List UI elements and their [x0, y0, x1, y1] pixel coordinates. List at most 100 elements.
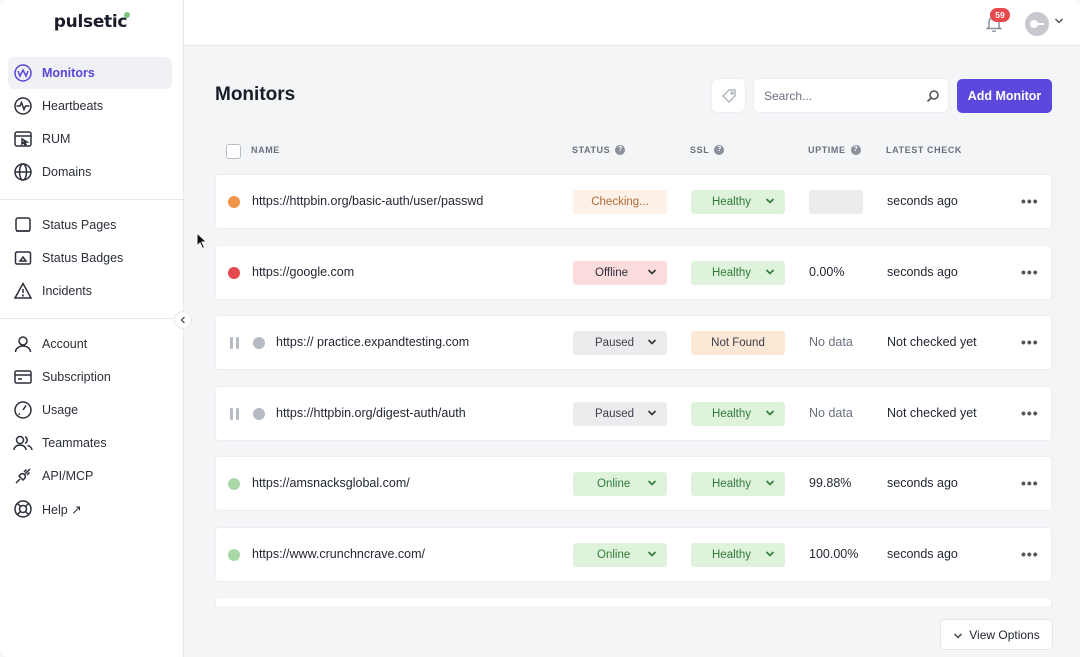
more-actions-icon[interactable]: ••• [1021, 334, 1039, 350]
sidebar-item-help[interactable]: Help ↗ [8, 493, 172, 525]
sidebar-item-label: Incidents [42, 284, 93, 298]
sidebar-item-usage[interactable]: Usage [8, 394, 172, 426]
column-ssl[interactable]: SSL? [690, 145, 725, 155]
status-dot [253, 337, 265, 349]
sidebar-item-label: Status Pages [42, 218, 117, 232]
sidebar-item-teammates[interactable]: Teammates [8, 427, 172, 459]
more-actions-icon[interactable]: ••• [1021, 193, 1039, 209]
status-dropdown[interactable]: Paused [573, 331, 667, 355]
brand-dot [124, 12, 131, 18]
view-options-button[interactable]: View Options [940, 619, 1053, 650]
sidebar-item-monitors[interactable]: Monitors [8, 57, 172, 89]
page-title: Monitors [215, 84, 296, 105]
uptime-value: No data [809, 405, 853, 420]
status-dot [228, 266, 240, 279]
table-row[interactable]: https://www.crunchncrave.com/Online Healt… [215, 526, 1052, 582]
more-actions-icon[interactable]: ••• [1021, 405, 1039, 421]
chevron-down-icon[interactable] [1054, 16, 1064, 29]
table-row[interactable]: https://google.com Offline Healthy 0.00% sec… [215, 244, 1052, 300]
chevron-down-icon [647, 337, 657, 347]
chevron-down-icon [647, 549, 657, 559]
status-dropdown[interactable]: Online [573, 542, 667, 567]
status-dot [228, 196, 240, 208]
sidebar-item-heartbeats[interactable]: Heartbeats [8, 90, 172, 122]
chevron-down-icon [953, 630, 963, 640]
avatar[interactable] [1025, 12, 1049, 36]
status-label: Paused [595, 407, 635, 420]
status-label: Checking... [591, 196, 649, 208]
chevron-down-icon [647, 408, 657, 418]
sidebar-item-account[interactable]: Account [8, 328, 172, 360]
pause-icon[interactable] [230, 407, 240, 420]
status-dropdown[interactable]: Paused [573, 401, 667, 426]
column-status[interactable]: STATUS? [572, 145, 626, 155]
sidebar-item-status-pages[interactable]: Status Pages [8, 209, 172, 241]
latest-check: seconds ago [887, 546, 958, 561]
ssl-label: Healthy [712, 478, 751, 490]
collapse-sidebar-button[interactable] [174, 311, 192, 329]
sidebar-item-status-badges[interactable]: Status Badges [8, 242, 172, 274]
latest-check: Not checked yet [887, 335, 977, 349]
sidebar-item-label: Subscription [42, 370, 111, 384]
status-dropdown[interactable]: Online [573, 472, 667, 496]
sidebar-item-label: Teammates [42, 436, 107, 450]
card-icon [13, 367, 33, 387]
table-row[interactable]: https://httpbin.org/basic-auth/user/pass… [215, 174, 1052, 229]
add-monitor-button[interactable]: Add Monitor [957, 79, 1052, 113]
ssl-dropdown[interactable]: Healthy [691, 472, 785, 496]
help-icon[interactable]: ? [615, 145, 626, 155]
monitor-wave-icon [13, 63, 33, 83]
more-actions-icon[interactable]: ••• [1021, 546, 1039, 562]
plug-icon [13, 466, 33, 486]
search-box [753, 78, 949, 113]
chevron-left-icon [180, 316, 185, 324]
status-dot [228, 478, 240, 490]
brand-logo[interactable]: pulsetic [0, 12, 184, 32]
ssl-dropdown[interactable]: Healthy [691, 190, 785, 214]
heartbeat-icon [13, 96, 33, 116]
globe-icon [13, 162, 33, 182]
monitor-url[interactable]: https://httpbin.org/digest-auth/auth [276, 406, 466, 420]
select-all-checkbox[interactable] [226, 144, 241, 159]
search-input[interactable] [764, 87, 914, 105]
table-row[interactable]: https:// practice.expandtesting.com Pause… [215, 315, 1052, 370]
sidebar-divider [0, 318, 184, 319]
column-name[interactable]: NAME [251, 145, 280, 155]
ssl-dropdown[interactable]: Healthy [691, 401, 785, 426]
table-row[interactable]: https://amsnacksglobal.com/Online Healthy… [215, 456, 1052, 511]
monitor-url[interactable]: https://httpbin.org/basic-auth/user/pass… [252, 194, 483, 208]
monitor-url[interactable]: https://www.crunchncrave.com/ [252, 547, 425, 561]
ssl-label: Healthy [712, 548, 751, 561]
monitor-url[interactable]: https:// practice.expandtesting.com [276, 335, 469, 349]
pause-icon[interactable] [230, 337, 240, 349]
tag-filter-button[interactable] [711, 78, 746, 113]
sidebar-item-api-mcp[interactable]: API/MCP [8, 460, 172, 492]
sidebar-item-incidents[interactable]: Incidents [8, 275, 172, 307]
status-dropdown[interactable]: Checking... [573, 190, 667, 214]
monitor-url[interactable]: https://amsnacksglobal.com/ [252, 476, 410, 490]
help-icon[interactable]: ? [714, 145, 725, 155]
mouse-cursor-icon [196, 232, 208, 250]
search-icon[interactable] [926, 89, 940, 103]
sidebar-item-subscription[interactable]: Subscription [8, 361, 172, 393]
more-actions-icon[interactable]: ••• [1021, 475, 1039, 491]
column-uptime[interactable]: UPTIME? [808, 145, 861, 155]
column-latest-check[interactable]: LATEST CHECK [886, 145, 962, 155]
sidebar-divider [0, 199, 184, 200]
help-icon[interactable]: ? [850, 145, 861, 155]
ssl-dropdown[interactable]: Healthy [691, 542, 785, 567]
sidebar-item-label: RUM [42, 132, 71, 146]
status-dropdown[interactable]: Offline [573, 260, 667, 285]
ssl-dropdown[interactable]: Not Found [691, 331, 785, 355]
more-actions-icon[interactable]: ••• [1021, 264, 1039, 280]
user-icon [13, 334, 33, 354]
sidebar: pulsetic Monitors Heartbeats RUM Domains St… [0, 0, 184, 657]
monitor-url[interactable]: https://google.com [252, 265, 354, 279]
sidebar-item-rum[interactable]: RUM [8, 123, 172, 155]
table-row[interactable]: https://httpbin.org/digest-auth/auth Paus… [215, 385, 1052, 441]
table-row[interactable] [215, 597, 1052, 606]
ssl-dropdown[interactable]: Healthy [691, 260, 785, 285]
sidebar-item-domains[interactable]: Domains [8, 156, 172, 188]
status-dot [228, 548, 240, 561]
sidebar-item-label: Help ↗ [42, 502, 82, 517]
